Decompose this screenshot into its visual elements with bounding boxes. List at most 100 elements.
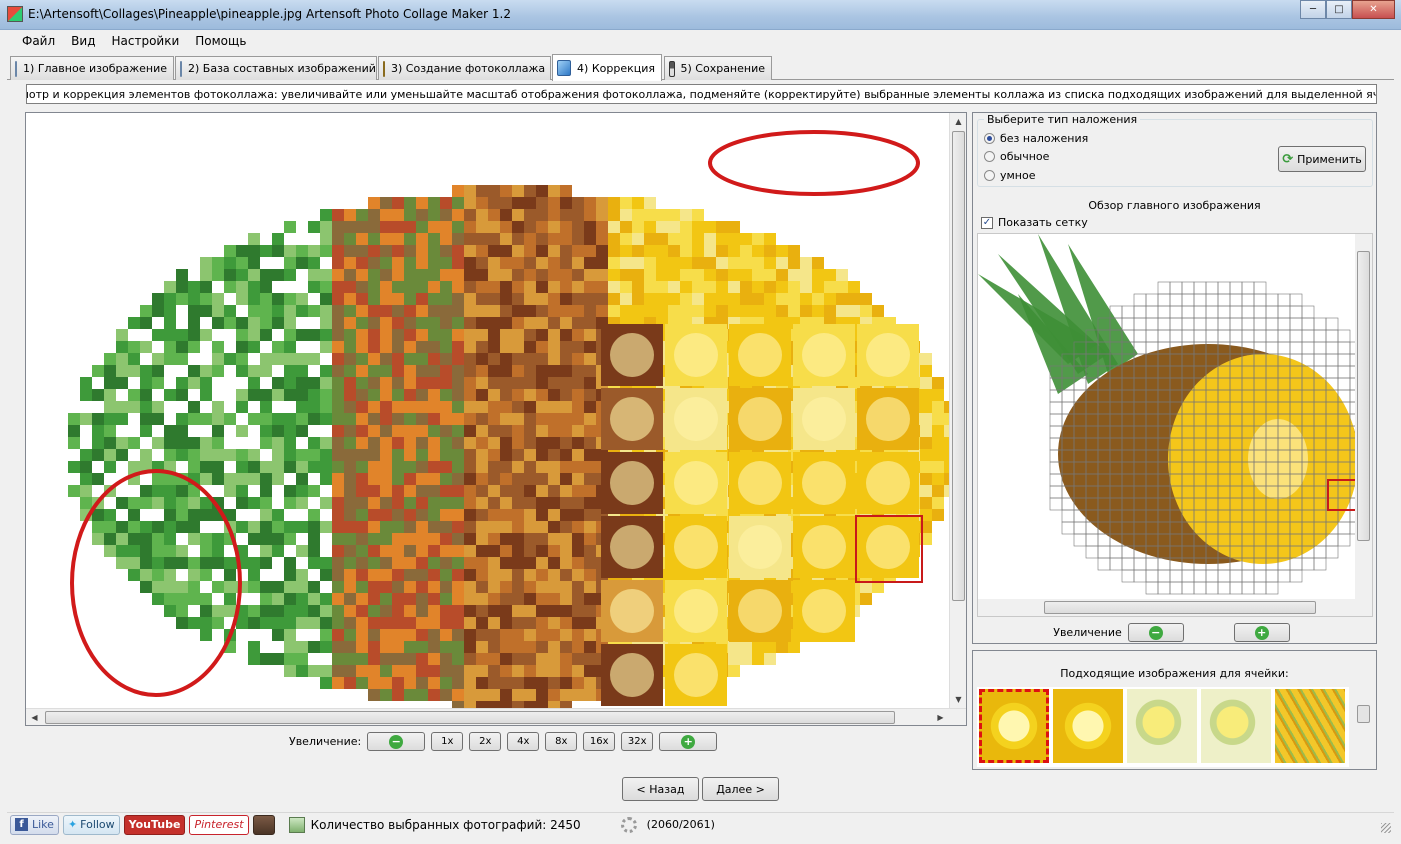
- collage-tile[interactable]: [260, 533, 272, 545]
- collage-tile[interactable]: [272, 353, 284, 365]
- collage-tile[interactable]: [584, 353, 596, 365]
- collage-tile[interactable]: [440, 629, 452, 641]
- zoom-16x-button[interactable]: 16x: [583, 732, 616, 751]
- collage-tile[interactable]: [428, 389, 440, 401]
- collage-tile[interactable]: [932, 425, 944, 437]
- collage-tile[interactable]: [368, 353, 380, 365]
- collage-tile[interactable]: [236, 425, 248, 437]
- collage-tile[interactable]: [344, 377, 356, 389]
- collage-tile[interactable]: [536, 305, 548, 317]
- collage-tile[interactable]: [176, 449, 188, 461]
- collage-tile[interactable]: [920, 425, 932, 437]
- collage-tile[interactable]: [452, 461, 464, 473]
- collage-tile[interactable]: [536, 377, 548, 389]
- collage-tile[interactable]: [404, 545, 416, 557]
- scroll-thumb[interactable]: [45, 711, 895, 724]
- collage-tile[interactable]: [500, 449, 512, 461]
- collage-tile[interactable]: [392, 545, 404, 557]
- collage-tile[interactable]: [212, 341, 224, 353]
- collage-tile[interactable]: [812, 269, 824, 281]
- collage-tile[interactable]: [512, 677, 524, 689]
- collage-tile[interactable]: [596, 257, 608, 269]
- collage-tile[interactable]: [248, 281, 260, 293]
- collage-tile[interactable]: [476, 485, 488, 497]
- collage-tile[interactable]: [344, 353, 356, 365]
- collage-tile[interactable]: [608, 233, 620, 245]
- collage-tile[interactable]: [812, 305, 824, 317]
- collage-tile[interactable]: [920, 377, 932, 389]
- collage-tile[interactable]: [356, 581, 368, 593]
- collage-tile[interactable]: [488, 689, 500, 701]
- collage-tile[interactable]: [428, 257, 440, 269]
- collage-tile[interactable]: [344, 533, 356, 545]
- collage-tile[interactable]: [500, 413, 512, 425]
- collage-tile[interactable]: [524, 521, 536, 533]
- collage-tile[interactable]: [524, 185, 536, 197]
- collage-tile[interactable]: [536, 665, 548, 677]
- collage-tile[interactable]: [548, 485, 560, 497]
- collage-tile[interactable]: [404, 281, 416, 293]
- collage-tile[interactable]: [548, 389, 560, 401]
- collage-tile[interactable]: [476, 353, 488, 365]
- collage-tile[interactable]: [404, 389, 416, 401]
- collage-tile[interactable]: [728, 665, 740, 677]
- collage-tile[interactable]: [284, 353, 296, 365]
- collage-tile[interactable]: [356, 329, 368, 341]
- collage-tile[interactable]: [416, 317, 428, 329]
- collage-tile[interactable]: [368, 245, 380, 257]
- collage-tile[interactable]: [452, 221, 464, 233]
- collage-tile[interactable]: [428, 485, 440, 497]
- collage-tile[interactable]: [248, 581, 260, 593]
- collage-tile[interactable]: [488, 305, 500, 317]
- collage-tile[interactable]: [140, 497, 152, 509]
- collage-tile[interactable]: [476, 593, 488, 605]
- collage-tile[interactable]: [188, 521, 200, 533]
- collage-tile[interactable]: [572, 401, 584, 413]
- collage-tile[interactable]: [560, 209, 572, 221]
- collage-tile[interactable]: [356, 533, 368, 545]
- collage-tile[interactable]: [284, 605, 296, 617]
- collage-tile[interactable]: [272, 509, 284, 521]
- collage-tile[interactable]: [140, 557, 152, 569]
- collage-tile[interactable]: [536, 653, 548, 665]
- collage-tile[interactable]: [584, 305, 596, 317]
- collage-tile[interactable]: [572, 341, 584, 353]
- collage-tile[interactable]: [512, 617, 524, 629]
- collage-tile[interactable]: [680, 281, 692, 293]
- collage-tile[interactable]: [560, 557, 572, 569]
- collage-tile[interactable]: [296, 665, 308, 677]
- collage-tile[interactable]: [428, 329, 440, 341]
- collage-tile[interactable]: [344, 449, 356, 461]
- collage-tile[interactable]: [440, 437, 452, 449]
- collage-tile[interactable]: [428, 221, 440, 233]
- collage-tile[interactable]: [500, 521, 512, 533]
- collage-tile[interactable]: [296, 605, 308, 617]
- collage-tile[interactable]: [152, 581, 164, 593]
- collage-tile[interactable]: [380, 461, 392, 473]
- collage-tile[interactable]: [488, 485, 500, 497]
- collage-tile[interactable]: [476, 629, 488, 641]
- collage-tile[interactable]: [920, 389, 932, 401]
- collage-tile[interactable]: [392, 617, 404, 629]
- collage-tile[interactable]: [608, 209, 620, 221]
- collage-tile[interactable]: [224, 317, 236, 329]
- collage-tile[interactable]: [512, 533, 524, 545]
- collage-tile[interactable]: [392, 533, 404, 545]
- collage-tile[interactable]: [200, 329, 212, 341]
- tab-create-collage[interactable]: 3) Создание фотоколлажа: [378, 56, 551, 80]
- collage-tile[interactable]: [332, 629, 344, 641]
- collage-tile[interactable]: [812, 293, 824, 305]
- collage-tile[interactable]: [500, 689, 512, 701]
- collage-tile[interactable]: [560, 365, 572, 377]
- collage-tile[interactable]: [368, 569, 380, 581]
- collage-tile[interactable]: [92, 449, 104, 461]
- collage-tile[interactable]: [248, 269, 260, 281]
- collage-tile[interactable]: [428, 665, 440, 677]
- collage-tile[interactable]: [356, 569, 368, 581]
- collage-tile[interactable]: [380, 365, 392, 377]
- collage-tile[interactable]: [440, 425, 452, 437]
- collage-tile[interactable]: [344, 677, 356, 689]
- collage-tile[interactable]: [932, 377, 944, 389]
- collage-tile[interactable]: [476, 581, 488, 593]
- collage-tile[interactable]: [536, 605, 548, 617]
